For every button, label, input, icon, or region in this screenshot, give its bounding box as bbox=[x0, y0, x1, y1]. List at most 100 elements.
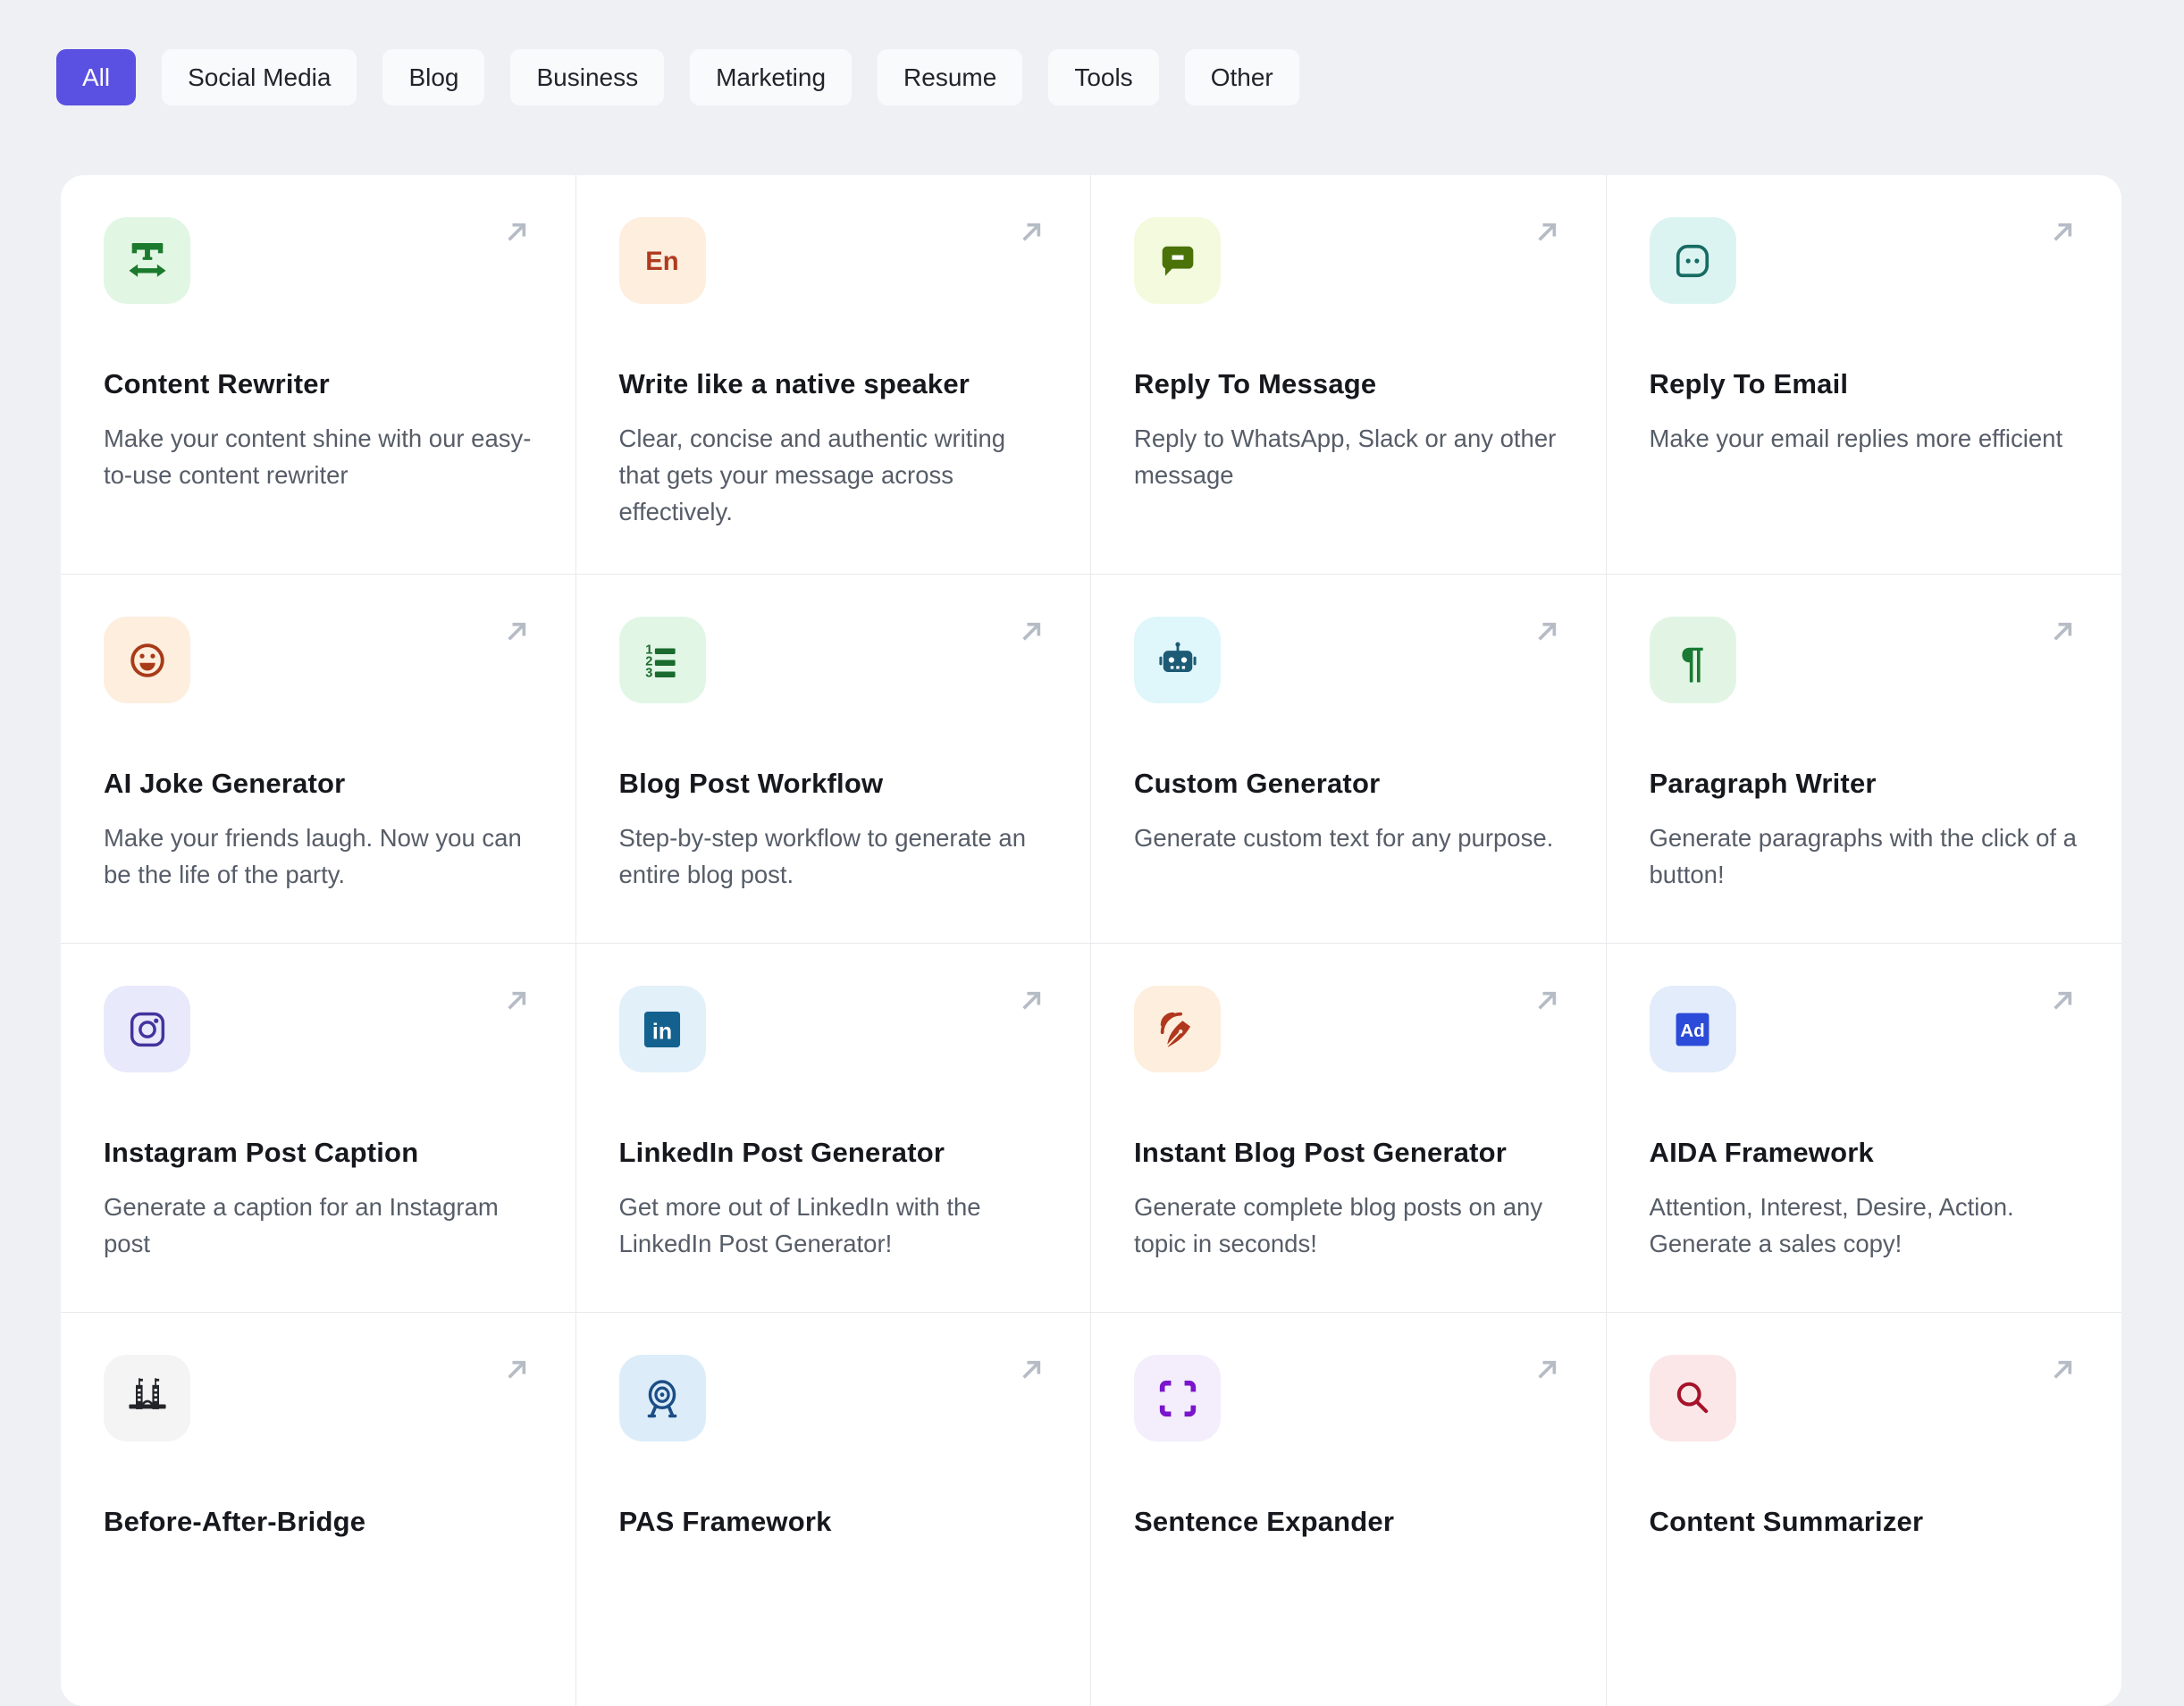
arrow-up-right-icon[interactable] bbox=[1013, 983, 1049, 1019]
filter-tab-tools[interactable]: Tools bbox=[1048, 49, 1159, 105]
tool-icon-tile bbox=[1649, 217, 1736, 304]
tool-card[interactable]: ¶ Paragraph Writer Generate paragraphs w… bbox=[1606, 575, 2121, 944]
magnifier-icon bbox=[1676, 1382, 1709, 1413]
arrow-up-right-icon[interactable] bbox=[1013, 214, 1049, 250]
message-dots-icon bbox=[1676, 244, 1709, 277]
tool-card[interactable]: Reply To Email Make your email replies m… bbox=[1606, 175, 2121, 575]
tools-grid: Content Rewriter Make your content shine… bbox=[61, 175, 2121, 1706]
tool-title: Sentence Expander bbox=[1134, 1506, 1395, 1537]
arrow-up-right-icon[interactable] bbox=[1529, 1352, 1565, 1388]
linkedin-icon: in bbox=[643, 1011, 681, 1047]
arrow-up-right-icon[interactable] bbox=[499, 1352, 534, 1388]
tool-title: Instagram Post Caption bbox=[104, 1137, 419, 1168]
tool-title: AI Joke Generator bbox=[104, 768, 346, 799]
arrow-up-right-icon[interactable] bbox=[2045, 614, 2080, 650]
text-width-icon bbox=[128, 242, 166, 277]
filter-tab-resume[interactable]: Resume bbox=[878, 49, 1023, 105]
tool-card[interactable]: in LinkedIn Post Generator Get more out … bbox=[575, 944, 1091, 1313]
tool-title: Content Rewriter bbox=[104, 368, 330, 399]
filter-tab-business[interactable]: Business bbox=[510, 49, 665, 105]
tool-card[interactable]: Content Rewriter Make your content shine… bbox=[61, 175, 576, 575]
tool-card[interactable]: Ad AIDA Framework Attention, Interest, D… bbox=[1606, 944, 2121, 1313]
tool-description: Generate a caption for an Instagram post bbox=[104, 1193, 499, 1257]
arrow-up-right-icon[interactable] bbox=[1529, 214, 1565, 250]
filter-tab-marketing[interactable]: Marketing bbox=[690, 49, 853, 105]
tool-icon-tile bbox=[618, 1355, 706, 1441]
tool-title: Reply To Email bbox=[1649, 368, 1849, 399]
tool-description: Get more out of LinkedIn with the Linked… bbox=[618, 1193, 981, 1257]
arrow-up-right-icon[interactable] bbox=[2045, 1352, 2080, 1388]
en-language-icon: En bbox=[645, 247, 678, 275]
target-stand-icon bbox=[647, 1379, 677, 1417]
tool-icon-tile: 1 2 3 bbox=[618, 617, 706, 703]
arrow-up-right-icon[interactable] bbox=[1013, 614, 1049, 650]
smiley-icon bbox=[130, 643, 164, 677]
tool-card[interactable]: Instagram Post Caption Generate a captio… bbox=[61, 944, 576, 1313]
arrow-up-right-icon[interactable] bbox=[1529, 983, 1565, 1019]
tool-description: Make your content shine with our easy-to… bbox=[104, 424, 532, 489]
tool-description: Generate paragraphs with the click of a … bbox=[1649, 824, 2077, 888]
arrow-up-right-icon[interactable] bbox=[1013, 1352, 1049, 1388]
tool-title: PAS Framework bbox=[618, 1506, 832, 1537]
tool-card[interactable]: PAS Framework bbox=[576, 1313, 1091, 1706]
tool-icon-tile: ¶ bbox=[1649, 617, 1736, 703]
tool-title: Custom Generator bbox=[1134, 768, 1381, 799]
tool-icon-tile bbox=[1134, 217, 1221, 304]
svg-text:Ad: Ad bbox=[1680, 1021, 1704, 1041]
tool-card[interactable]: Instant Blog Post Generator Generate com… bbox=[1091, 944, 1607, 1313]
arrow-up-right-icon[interactable] bbox=[1529, 614, 1565, 650]
tool-title: Content Summarizer bbox=[1649, 1506, 1924, 1537]
tool-card[interactable]: En Write like a native speaker Clear, co… bbox=[575, 175, 1091, 575]
tool-icon-tile bbox=[1134, 617, 1221, 703]
tool-card[interactable]: Custom Generator Generate custom text fo… bbox=[1091, 575, 1607, 944]
filter-tab-other[interactable]: Other bbox=[1184, 49, 1299, 105]
tool-icon-tile bbox=[104, 1355, 190, 1441]
tool-description: Reply to WhatsApp, Slack or any other me… bbox=[1134, 424, 1557, 489]
tool-title: Write like a native speaker bbox=[618, 368, 970, 399]
tool-icon-tile bbox=[104, 986, 190, 1072]
tool-title: AIDA Framework bbox=[1649, 1137, 1874, 1168]
filter-tab-blog[interactable]: Blog bbox=[382, 49, 485, 105]
tool-title: Instant Blog Post Generator bbox=[1134, 1137, 1508, 1168]
tool-icon-tile bbox=[1134, 1355, 1221, 1441]
tool-icon-tile: En bbox=[618, 217, 706, 304]
arrow-up-right-icon[interactable] bbox=[2045, 983, 2080, 1019]
tool-title: Blog Post Workflow bbox=[618, 768, 884, 799]
filter-tab-social-media[interactable]: Social Media bbox=[162, 49, 357, 105]
instagram-icon bbox=[130, 1012, 164, 1046]
tool-description: Make your email replies more efficient bbox=[1649, 424, 2063, 452]
filter-tab-all[interactable]: All bbox=[56, 49, 137, 105]
tool-card[interactable]: Reply To Message Reply to WhatsApp, Slac… bbox=[1091, 175, 1607, 575]
tool-icon-tile bbox=[1649, 1355, 1736, 1441]
tool-title: LinkedIn Post Generator bbox=[618, 1137, 945, 1168]
tool-description: Attention, Interest, Desire, Action. Gen… bbox=[1649, 1193, 2014, 1257]
tool-icon-tile bbox=[104, 617, 190, 703]
tool-card[interactable]: Content Summarizer bbox=[1607, 1313, 2122, 1706]
arrow-up-right-icon[interactable] bbox=[499, 214, 534, 250]
tool-icon-tile bbox=[104, 217, 190, 304]
pilcrow-icon: ¶ bbox=[1681, 639, 1705, 684]
tool-card[interactable]: 1 2 3 Blog Post Workflow Step-by-step wo… bbox=[575, 575, 1091, 944]
tool-card[interactable]: Before-After-Bridge bbox=[61, 1313, 576, 1706]
quill-signal-icon bbox=[1160, 1012, 1190, 1046]
arrow-up-right-icon[interactable] bbox=[499, 983, 534, 1019]
tool-title: Before-After-Bridge bbox=[104, 1506, 366, 1537]
tool-card[interactable]: AI Joke Generator Make your friends laug… bbox=[61, 575, 576, 944]
bridge-icon bbox=[128, 1377, 166, 1409]
tool-description: Generate custom text for any purpose. bbox=[1134, 824, 1554, 852]
tool-description: Clear, concise and authentic writing tha… bbox=[618, 424, 1006, 525]
svg-text:En: En bbox=[645, 247, 678, 275]
tool-description: Generate complete blog posts on any topi… bbox=[1134, 1193, 1543, 1257]
arrow-up-right-icon[interactable] bbox=[499, 614, 534, 650]
tool-icon-tile: in bbox=[618, 986, 706, 1072]
tool-icon-tile bbox=[1134, 986, 1221, 1072]
tool-card[interactable]: Sentence Expander bbox=[1091, 1313, 1607, 1706]
numbered-list-icon: 1 2 3 bbox=[645, 643, 676, 680]
app: { "colors": { "page_bg": "#eef0f4", "pan… bbox=[0, 0, 2184, 1706]
tool-description: Step-by-step workflow to generate an ent… bbox=[618, 824, 1027, 888]
tool-title: Reply To Message bbox=[1134, 368, 1377, 399]
arrow-up-right-icon[interactable] bbox=[2045, 214, 2080, 250]
filter-bar: All Social Media Blog Business Marketing Resu… bbox=[56, 49, 1299, 105]
svg-text:3: 3 bbox=[645, 666, 652, 680]
svg-text:¶: ¶ bbox=[1681, 639, 1705, 684]
